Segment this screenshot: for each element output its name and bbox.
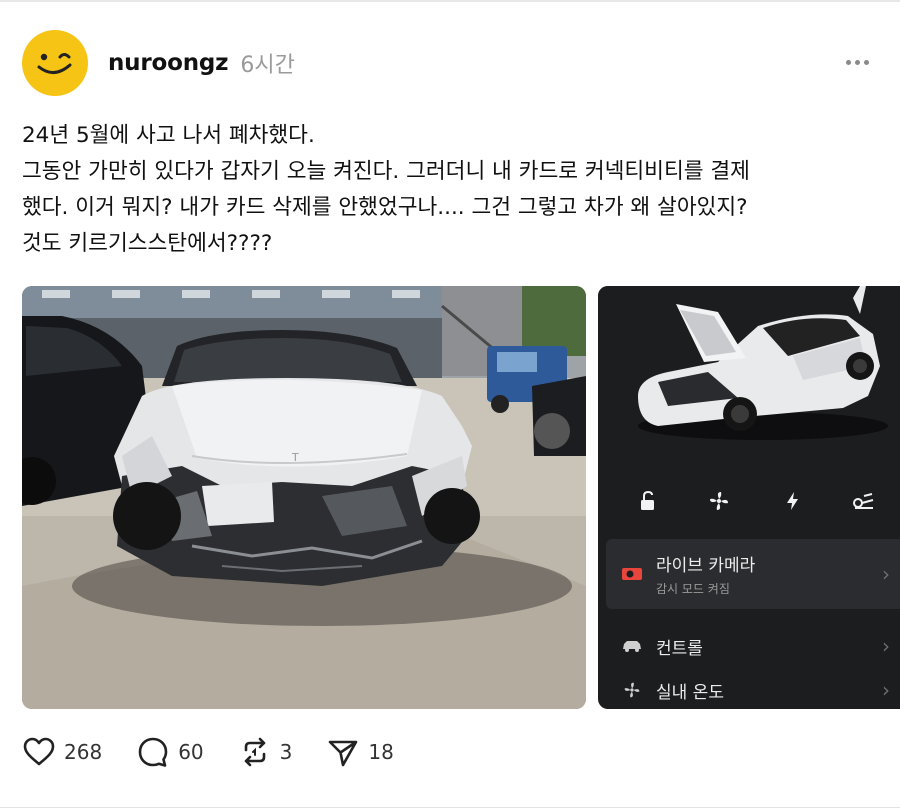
winking-face-icon [37, 53, 72, 74]
car-icon [612, 631, 652, 661]
repost-button[interactable]: 3 [238, 735, 293, 769]
fan-icon[interactable] [708, 490, 730, 512]
climate-item[interactable]: 실내 온도 › [606, 670, 900, 709]
live-camera-item[interactable]: 라이브 카메라 감시 모드 켜짐 › [606, 539, 900, 609]
controls-item[interactable]: 컨트롤 › [606, 626, 900, 666]
quick-controls [598, 486, 900, 520]
crashed-car-photo[interactable]: T [22, 286, 586, 709]
live-camera-sub: 감시 모드 켜짐 [656, 582, 730, 596]
comment-button[interactable]: 60 [136, 735, 204, 769]
like-button[interactable]: 268 [22, 736, 102, 768]
post-text-line: 했다. 이거 뭐지? 내가 카드 삭제를 안했었구나.... 그건 그렇고 차가… [22, 195, 748, 220]
share-button[interactable]: 18 [326, 735, 394, 769]
fan-icon [612, 675, 652, 705]
climate-label: 실내 온도 [656, 682, 724, 703]
post-text-line: 그동안 가만히 있다가 갑자기 오늘 켜진다. 그러더니 내 카드로 커넥티비티… [22, 159, 750, 184]
post-actions: 268 60 3 18 [22, 732, 428, 772]
tesla-app-screenshot[interactable]: 라이브 카메라 감시 모드 켜짐 › 컨트롤 › 실내 온도 › [598, 286, 900, 709]
chevron-right-icon: › [882, 634, 890, 658]
repost-count: 3 [279, 740, 293, 764]
svg-text:T: T [291, 451, 299, 464]
post-body: 24년 5월에 사고 나서 폐차했다. 그동안 가만히 있다가 갑자기 오늘 켜… [22, 118, 882, 262]
comment-count: 60 [178, 740, 204, 764]
controls-label: 컨트롤 [656, 638, 703, 659]
bolt-icon[interactable] [782, 490, 804, 512]
top-divider [0, 0, 900, 2]
post-time: 6시간 [240, 53, 295, 78]
chevron-right-icon: › [882, 678, 890, 702]
comment-icon [138, 737, 168, 767]
camera-icon [612, 559, 652, 589]
username[interactable]: nuroongz [108, 50, 229, 76]
avatar[interactable] [22, 30, 88, 96]
live-camera-label: 라이브 카메라 [656, 556, 756, 576]
post-text-line: 24년 5월에 사고 나서 폐차했다. [22, 123, 315, 148]
wiper-icon[interactable] [852, 490, 876, 512]
chevron-right-icon: › [882, 562, 890, 586]
unlock-icon[interactable] [638, 490, 660, 512]
like-count: 268 [64, 740, 103, 764]
post-header: nuroongz 6시간 [22, 30, 878, 96]
send-icon [329, 740, 358, 767]
share-count: 18 [368, 740, 394, 764]
heart-icon [23, 737, 55, 766]
repost-icon [244, 737, 265, 767]
post-text-line: 것도 키르기스스탄에서???? [22, 231, 273, 256]
more-options-icon[interactable] [846, 50, 874, 74]
